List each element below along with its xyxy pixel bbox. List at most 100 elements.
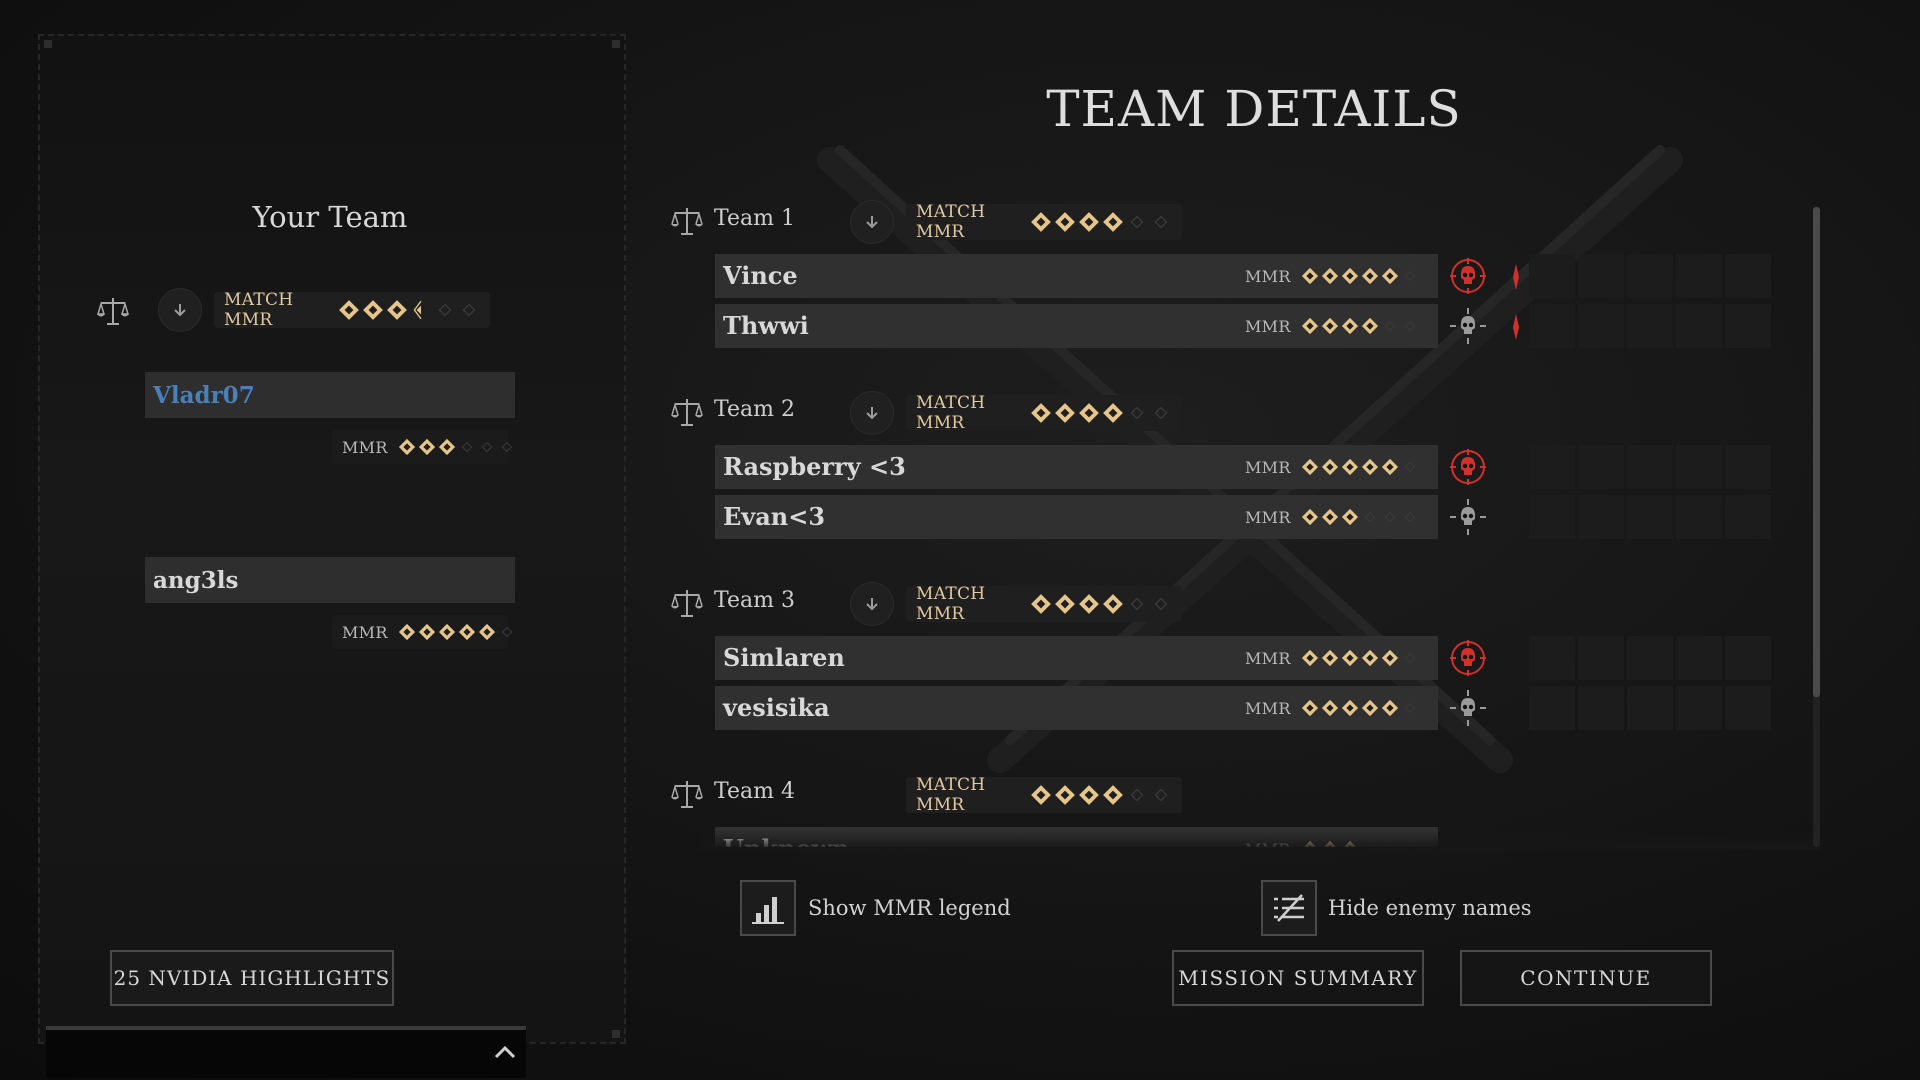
mmr-stars <box>1030 211 1172 233</box>
mmr-star-full <box>339 300 359 320</box>
mmr-star-full <box>1103 212 1123 232</box>
match-mmr-label: MATCH MMR <box>916 202 986 242</box>
show-mmr-legend-label[interactable]: Show MMR legend <box>808 896 1011 920</box>
mmr-star-full <box>458 623 475 641</box>
arrow-down-icon <box>174 304 186 317</box>
player-name: Raspberry <3 <box>723 452 906 481</box>
mmr-star-full <box>1055 212 1075 232</box>
mmr-star-empty <box>462 303 476 317</box>
player-stat-cells <box>1494 304 1771 348</box>
mmr-star-empty <box>1154 788 1168 802</box>
player-name: Vince <box>723 261 798 290</box>
player-name: vesisika <box>723 693 830 722</box>
mmr-star-empty <box>461 441 472 453</box>
mmr-star-empty <box>1154 597 1168 611</box>
mmr-star-empty <box>501 626 512 638</box>
nvidia-highlights-button[interactable]: 25 NVIDIA HIGHLIGHTS <box>110 950 394 1006</box>
mmr-star-full <box>478 623 495 641</box>
mmr-star-empty <box>1154 406 1168 420</box>
arrow-down-icon <box>866 407 878 420</box>
mmr-star-empty <box>481 441 492 453</box>
balance-scale-icon <box>96 298 130 325</box>
player-row[interactable]: Evan<3 MMR <box>715 495 1438 539</box>
mmr-star-full <box>1055 594 1075 614</box>
mmr-star-empty <box>501 441 512 453</box>
mmr-label: MMR <box>1245 698 1291 718</box>
player-stat-cells <box>1494 445 1771 489</box>
mmr-star-full <box>1301 267 1318 285</box>
mmr-star-full <box>1381 699 1398 717</box>
mmr-star-full <box>1055 785 1075 805</box>
mmr-star-empty <box>1130 788 1144 802</box>
match-mmr-label: MATCH MMR <box>916 393 986 433</box>
player-row[interactable]: Thwwi MMR <box>715 304 1438 348</box>
teammate-name: ang3ls <box>153 566 239 594</box>
mmr-stars <box>1030 593 1172 615</box>
skull-icon <box>1448 304 1488 348</box>
player-name: Simlaren <box>723 643 845 672</box>
mmr-label: MMR <box>1245 507 1291 527</box>
mmr-star-full <box>438 438 455 456</box>
mmr-star-full <box>1341 699 1358 717</box>
mmr-star-full <box>1361 649 1378 667</box>
team-expand-button[interactable] <box>850 582 894 626</box>
team-match-mmr: MATCH MMR <box>906 202 1182 242</box>
show-mmr-legend-toggle[interactable] <box>740 880 796 936</box>
mmr-star-full <box>1321 508 1338 526</box>
mission-summary-button[interactable]: MISSION SUMMARY <box>1172 950 1424 1006</box>
mmr-star-half <box>413 300 422 320</box>
team-label: Team 4 <box>714 779 795 804</box>
chat-bar[interactable] <box>46 1026 526 1078</box>
mmr-star-empty <box>1404 511 1415 523</box>
balance-scale-icon <box>671 590 703 617</box>
mmr-star-full <box>1361 458 1378 476</box>
mmr-star-full <box>1341 458 1358 476</box>
mmr-star-full <box>1031 403 1051 423</box>
mmr-star-full <box>1341 508 1358 526</box>
team-expand-button[interactable] <box>158 288 202 332</box>
mmr-star-full <box>1103 403 1123 423</box>
balance-scale-icon <box>671 399 703 426</box>
player-row[interactable]: Raspberry <3 MMR <box>715 445 1438 489</box>
mmr-star-full <box>1103 785 1123 805</box>
mmr-stars <box>398 438 516 456</box>
mmr-star-empty <box>1364 511 1375 523</box>
arrow-down-icon <box>866 216 878 229</box>
mmr-star-empty <box>1384 320 1395 332</box>
player-mmr: MMR <box>1245 254 1420 298</box>
mmr-star-full <box>387 300 407 320</box>
player-name: Evan<3 <box>723 502 826 531</box>
hidden-list-icon <box>1274 894 1304 922</box>
hide-enemy-names-toggle[interactable] <box>1261 880 1317 936</box>
mmr-star-empty <box>1404 702 1415 714</box>
continue-button[interactable]: CONTINUE <box>1460 950 1712 1006</box>
team-match-mmr: MATCH MMR <box>906 584 1182 624</box>
page-title: TEAM DETAILS <box>1046 80 1462 138</box>
chevron-up-icon[interactable] <box>494 1044 516 1060</box>
player-row[interactable]: vesisika MMR <box>715 686 1438 730</box>
mmr-stars <box>1030 784 1172 806</box>
match-mmr-label: MATCH MMR <box>224 290 294 330</box>
mmr-stars <box>398 623 516 641</box>
teammate-name-box: Vladr07 <box>145 372 515 418</box>
hide-enemy-names-label[interactable]: Hide enemy names <box>1328 896 1532 920</box>
team-expand-button[interactable] <box>850 200 894 244</box>
mmr-star-full <box>1321 699 1338 717</box>
player-row[interactable]: Simlaren MMR <box>715 636 1438 680</box>
player-row[interactable]: Vince MMR <box>715 254 1438 298</box>
mmr-star-full <box>1031 785 1051 805</box>
mmr-label: MMR <box>1245 266 1291 286</box>
bar-chart-icon <box>752 897 784 924</box>
teammate-name: Vladr07 <box>153 381 255 409</box>
player-stat-cells <box>1494 495 1771 539</box>
mmr-label: MMR <box>342 622 388 642</box>
mmr-star-full <box>1321 267 1338 285</box>
crossed-rifles-watermark <box>817 145 1683 773</box>
mmr-star-full <box>398 623 415 641</box>
player-stat-cells <box>1494 636 1771 680</box>
mmr-star-full <box>1301 317 1318 335</box>
scrollbar-thumb[interactable] <box>1813 207 1820 697</box>
mmr-star-empty <box>1130 215 1144 229</box>
teammate-mmr: MMR <box>332 615 512 649</box>
team-expand-button[interactable] <box>850 391 894 435</box>
